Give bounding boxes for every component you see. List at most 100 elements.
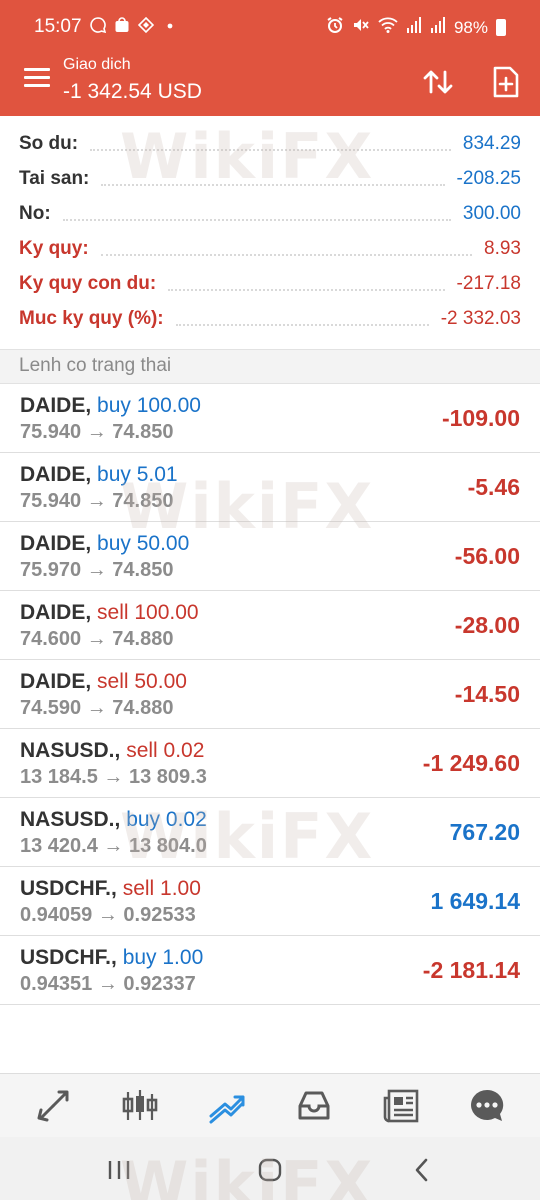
news-icon[interactable] <box>381 1086 421 1126</box>
leader-dots <box>168 277 445 291</box>
summary-label: Ky quy con du: <box>19 272 163 295</box>
position-symbol-line: NASUSD., buy 0.02 <box>20 808 207 832</box>
position-symbol: NASUSD., <box>20 808 121 831</box>
summary-value: -2 332.03 <box>434 307 521 330</box>
signal-icon-2 <box>430 16 446 39</box>
position-profit: -56.00 <box>454 543 520 569</box>
position-row[interactable]: DAIDE, sell 50.00 74.590 → 74.880 -14.50 <box>0 660 540 729</box>
history-icon[interactable] <box>294 1086 334 1126</box>
position-symbol-line: DAIDE, buy 100.00 <box>20 394 201 418</box>
position-profit: -1 249.60 <box>422 750 520 776</box>
app-header: Giao dich -1 342.54 USD <box>0 50 540 116</box>
position-symbol: DAIDE, <box>20 601 92 624</box>
position-row[interactable]: NASUSD., sell 0.02 13 184.5 → 13 809.3 -1 … <box>0 729 540 798</box>
position-row[interactable]: NASUSD., buy 0.02 13 420.4 → 13 804.0 767.… <box>0 798 540 867</box>
position-profit: 767.20 <box>449 819 520 845</box>
status-time: 15:07 <box>34 16 82 37</box>
leader-dots <box>175 312 429 326</box>
messages-icon[interactable] <box>467 1086 507 1126</box>
new-order-icon[interactable] <box>486 62 526 102</box>
position-profit: -14.50 <box>454 681 520 707</box>
header-balance: -1 342.54 USD <box>63 80 202 103</box>
position-symbol-line: DAIDE, sell 100.00 <box>20 601 199 625</box>
position-symbol-line: DAIDE, buy 5.01 <box>20 463 178 487</box>
position-symbol-line: USDCHF., sell 1.00 <box>20 877 201 901</box>
alarm-icon <box>326 16 344 39</box>
position-side: buy 100.00 <box>97 394 201 417</box>
position-prices: 75.940 → 74.850 <box>20 421 174 443</box>
position-row[interactable]: DAIDE, buy 100.00 75.940 → 74.850 -109.00 <box>0 384 540 453</box>
position-symbol: DAIDE, <box>20 670 92 693</box>
summary-row: Tai san: -208.25 <box>0 161 540 196</box>
summary-value: -208.25 <box>450 167 521 190</box>
position-row[interactable]: DAIDE, buy 5.01 75.940 → 74.850 -5.46 <box>0 453 540 522</box>
summary-value: 300.00 <box>456 202 521 225</box>
position-symbol: USDCHF., <box>20 946 117 969</box>
position-profit: -2 181.14 <box>422 957 520 983</box>
position-side: sell 1.00 <box>122 877 201 900</box>
position-side: buy 50.00 <box>97 532 190 555</box>
battery-percent: 98% <box>453 17 488 37</box>
section-title: Lenh co trang thai <box>19 355 172 376</box>
wifi-icon <box>378 16 398 39</box>
position-row[interactable]: USDCHF., buy 1.00 0.94351 → 0.92337 -2 181… <box>0 936 540 1005</box>
summary-row: Muc ky quy (%): -2 332.03 <box>0 301 540 336</box>
app-notification-icon <box>137 16 155 37</box>
position-symbol: DAIDE, <box>20 463 92 486</box>
shop-notification-icon <box>114 17 130 37</box>
position-symbol-line: NASUSD., sell 0.02 <box>20 739 204 763</box>
position-symbol: USDCHF., <box>20 877 117 900</box>
position-profit: -5.46 <box>467 474 520 500</box>
account-summary: So du: 834.29 Tai san: -208.25 No: 300.00 Ky q… <box>0 126 540 336</box>
position-side: buy 5.01 <box>97 463 178 486</box>
position-profit: 1 649.14 <box>430 888 520 914</box>
summary-value: -217.18 <box>450 272 521 295</box>
page-title: Giao dich <box>63 56 131 73</box>
position-symbol: DAIDE, <box>20 532 92 555</box>
notification-icons <box>90 16 178 37</box>
menu-icon[interactable] <box>24 68 50 92</box>
summary-row: No: 300.00 <box>0 196 540 231</box>
position-row[interactable]: DAIDE, buy 50.00 75.970 → 74.850 -56.00 <box>0 522 540 591</box>
leader-dots <box>100 242 473 256</box>
summary-row: Ky quy: 8.93 <box>0 231 540 266</box>
position-symbol-line: DAIDE, sell 50.00 <box>20 670 187 694</box>
summary-label: Tai san: <box>19 167 96 190</box>
position-prices: 74.590 → 74.880 <box>20 697 174 719</box>
back-icon[interactable] <box>408 1155 438 1185</box>
signal-icon-1 <box>406 16 422 39</box>
summary-label: Ky quy: <box>19 237 95 260</box>
position-prices: 75.970 → 74.850 <box>20 559 174 581</box>
summary-row: So du: 834.29 <box>0 126 540 161</box>
position-symbol-line: DAIDE, buy 50.00 <box>20 532 189 556</box>
position-side: sell 0.02 <box>126 739 205 762</box>
summary-label: Muc ky quy (%): <box>19 307 170 330</box>
summary-label: No: <box>19 202 57 225</box>
bottom-tab-bar <box>0 1073 540 1137</box>
position-prices: 75.940 → 74.850 <box>20 490 174 512</box>
position-side: sell 100.00 <box>97 601 199 624</box>
summary-label: So du: <box>19 132 85 155</box>
position-prices: 74.600 → 74.880 <box>20 628 174 650</box>
position-symbol: NASUSD., <box>20 739 121 762</box>
position-symbol-line: USDCHF., buy 1.00 <box>20 946 203 970</box>
position-symbol: DAIDE, <box>20 394 92 417</box>
position-prices: 13 420.4 → 13 804.0 <box>20 835 207 857</box>
chart-icon[interactable] <box>120 1086 160 1126</box>
position-prices: 0.94059 → 0.92533 <box>20 904 196 926</box>
summary-row: Ky quy con du: -217.18 <box>0 266 540 301</box>
battery-icon <box>496 19 506 36</box>
position-prices: 13 184.5 → 13 809.3 <box>20 766 207 788</box>
home-icon[interactable] <box>255 1155 285 1185</box>
recent-apps-icon[interactable] <box>104 1155 134 1185</box>
chat-notification-icon <box>90 17 107 37</box>
trade-icon[interactable] <box>207 1086 247 1126</box>
quotes-icon[interactable] <box>33 1086 73 1126</box>
position-side: sell 50.00 <box>97 670 187 693</box>
status-bar: 15:07 98% <box>0 0 540 50</box>
position-row[interactable]: DAIDE, sell 100.00 74.600 → 74.880 -28.00 <box>0 591 540 660</box>
position-row[interactable]: USDCHF., sell 1.00 0.94059 → 0.92533 1 649… <box>0 867 540 936</box>
position-side: buy 0.02 <box>126 808 207 831</box>
sort-icon[interactable] <box>418 62 458 102</box>
system-navigation-bar <box>0 1137 540 1200</box>
